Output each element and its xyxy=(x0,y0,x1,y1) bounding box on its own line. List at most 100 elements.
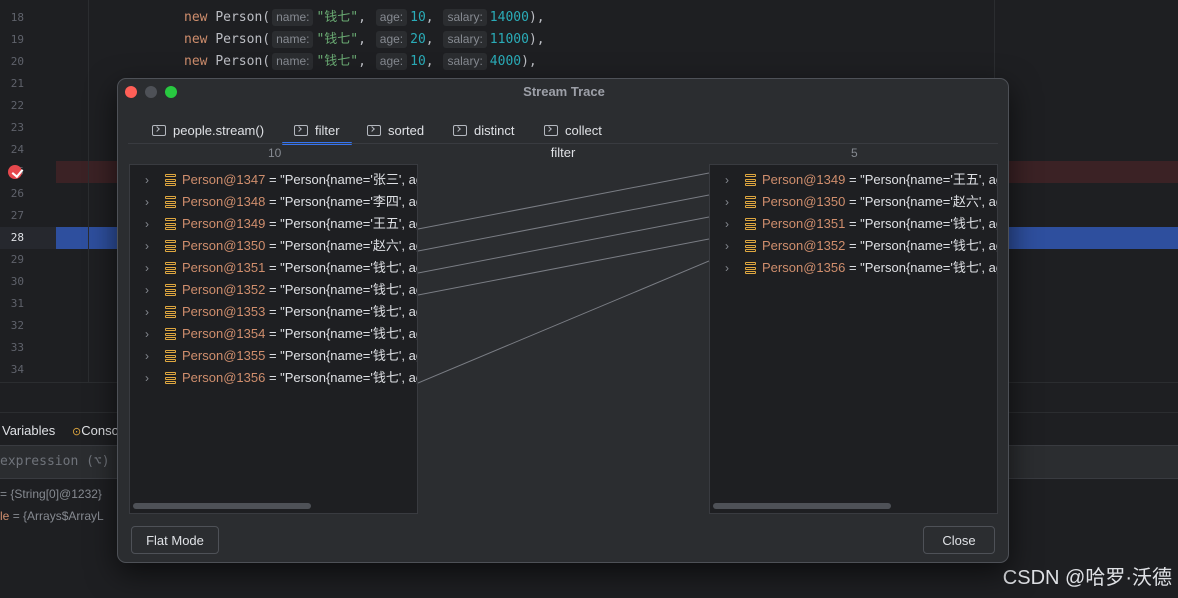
object-value: = "Person{name='王五', age=10 xyxy=(268,216,417,231)
line-number: 26 xyxy=(10,187,24,200)
chevron-right-icon[interactable]: › xyxy=(145,345,149,367)
variable-row[interactable]: = {String[0]@1232} xyxy=(0,487,102,501)
chevron-right-icon[interactable]: › xyxy=(145,323,149,345)
chevron-right-icon[interactable]: › xyxy=(145,257,149,279)
keyword: new xyxy=(184,54,208,69)
object-value: = "Person{name='钱七', age=10 xyxy=(848,260,997,275)
tree-row[interactable]: › Person@1351 = "Person{name='钱七', age=10 xyxy=(710,213,997,235)
input-values-tree[interactable]: › Person@1347 = "Person{name='张三', age=10… xyxy=(129,164,418,514)
object-value: = "Person{name='钱七', age=10 xyxy=(268,282,417,297)
object-field-icon xyxy=(165,306,176,319)
variable-name: le xyxy=(0,509,10,523)
chevron-right-icon[interactable]: › xyxy=(145,367,149,389)
tree-row[interactable]: › Person@1352 = "Person{name='钱七', age=10 xyxy=(710,235,997,257)
object-field-icon xyxy=(745,262,756,275)
object-value: = "Person{name='李四', age=20 xyxy=(268,194,417,209)
chevron-right-icon[interactable]: › xyxy=(145,279,149,301)
object-field-icon xyxy=(745,218,756,231)
object-id: Person@1349 xyxy=(762,172,846,187)
tree-row[interactable]: › Person@1355 = "Person{name='钱七', age=10 xyxy=(130,345,417,367)
tree-row[interactable]: › Person@1354 = "Person{name='钱七', age=10 xyxy=(130,323,417,345)
tree-row[interactable]: › Person@1349 = "Person{name='王五', age=10 xyxy=(130,213,417,235)
number-literal: 10 xyxy=(410,10,426,25)
tree-row[interactable]: › Person@1356 = "Person{name='钱七', age=10 xyxy=(130,367,417,389)
chevron-right-icon[interactable]: › xyxy=(725,213,729,235)
chevron-right-icon[interactable]: › xyxy=(725,235,729,257)
object-id: Person@1350 xyxy=(182,238,266,253)
tab-console[interactable]: ⊙Conso xyxy=(72,423,119,438)
object-field-icon xyxy=(745,240,756,253)
tree-row[interactable]: › Person@1349 = "Person{name='王五', age=10 xyxy=(710,169,997,191)
output-values-tree[interactable]: › Person@1349 = "Person{name='王五', age=10… xyxy=(709,164,998,514)
chevron-right-icon[interactable]: › xyxy=(725,191,729,213)
tab-variables[interactable]: Variables xyxy=(2,423,55,438)
object-field-icon xyxy=(165,196,176,209)
tab-people-stream[interactable]: people.stream() xyxy=(152,117,264,143)
object-value: = "Person{name='钱七', age=10 xyxy=(268,326,417,341)
punctuation: ), xyxy=(528,32,545,47)
terminal-icon xyxy=(152,124,166,136)
tree-row[interactable]: › Person@1352 = "Person{name='钱七', age=10 xyxy=(130,279,417,301)
constructor: Person( xyxy=(215,32,271,47)
mapping-line xyxy=(418,216,709,274)
string-literal: "钱七" xyxy=(316,54,359,69)
param-hint: name: xyxy=(272,53,314,70)
tab-distinct[interactable]: distinct xyxy=(453,117,514,143)
chevron-right-icon[interactable]: › xyxy=(145,169,149,191)
object-field-icon xyxy=(165,240,176,253)
object-id: Person@1350 xyxy=(762,194,846,209)
keyword: new xyxy=(184,32,208,47)
object-id: Person@1349 xyxy=(182,216,266,231)
line-number-gutter[interactable]: 1819202122232425262728293031323334 xyxy=(0,0,56,382)
punctuation: ), xyxy=(528,10,545,25)
variable-row[interactable]: le = {Arrays$ArrayL xyxy=(0,509,104,523)
object-value: = "Person{name='钱七', age=10 xyxy=(268,304,417,319)
object-value: = "Person{name='赵六', age=10 xyxy=(268,238,417,253)
chevron-right-icon[interactable]: › xyxy=(725,169,729,191)
tabs-divider xyxy=(128,143,998,144)
object-id: Person@1348 xyxy=(182,194,266,209)
chevron-right-icon[interactable]: › xyxy=(725,257,729,279)
horizontal-scrollbar[interactable] xyxy=(133,503,311,509)
line-number: 18 xyxy=(10,11,24,24)
tree-row[interactable]: › Person@1353 = "Person{name='钱七', age=10 xyxy=(130,301,417,323)
chevron-right-icon[interactable]: › xyxy=(145,301,149,323)
object-value: = "Person{name='钱七', age=10 xyxy=(268,370,417,385)
tree-row[interactable]: › Person@1348 = "Person{name='李四', age=20 xyxy=(130,191,417,213)
chevron-right-icon[interactable]: › xyxy=(145,235,149,257)
breakpoint-icon[interactable] xyxy=(8,165,22,179)
tree-row[interactable]: › Person@1347 = "Person{name='张三', age=10 xyxy=(130,169,417,191)
number-literal: 4000 xyxy=(489,54,522,69)
tab-collect[interactable]: collect xyxy=(544,117,602,143)
chevron-right-icon[interactable]: › xyxy=(145,213,149,235)
object-id: Person@1355 xyxy=(182,348,266,363)
gutter-divider xyxy=(88,0,89,382)
object-value: = "Person{name='张三', age=10 xyxy=(268,172,417,187)
chevron-right-icon[interactable]: › xyxy=(145,191,149,213)
tree-row[interactable]: › Person@1350 = "Person{name='赵六', age=10 xyxy=(710,191,997,213)
horizontal-scrollbar[interactable] xyxy=(713,503,891,509)
dialog-title: Stream Trace xyxy=(523,84,605,99)
watermark: CSDN @哈罗·沃德 xyxy=(1002,567,1172,589)
object-value: = "Person{name='钱七', age=10 xyxy=(268,260,417,275)
tab-sorted[interactable]: sorted xyxy=(367,117,424,143)
tree-row[interactable]: › Person@1350 = "Person{name='赵六', age=10 xyxy=(130,235,417,257)
tree-row[interactable]: › Person@1356 = "Person{name='钱七', age=10 xyxy=(710,257,997,279)
input-count: 10 xyxy=(268,146,282,160)
object-value: = "Person{name='钱七', age=10 xyxy=(848,238,997,253)
object-field-icon xyxy=(745,174,756,187)
flat-mode-button[interactable]: Flat Mode xyxy=(131,526,219,554)
tree-row[interactable]: › Person@1351 = "Person{name='钱七', age=10 xyxy=(130,257,417,279)
line-number: 33 xyxy=(10,341,24,354)
object-value: = "Person{name='赵六', age=10 xyxy=(848,194,997,209)
object-field-icon xyxy=(165,262,176,275)
line-number: 23 xyxy=(10,121,24,134)
object-field-icon xyxy=(745,196,756,209)
close-button[interactable]: Close xyxy=(923,526,995,554)
variable-value: = {String[0]@1232} xyxy=(0,487,102,501)
param-hint: salary: xyxy=(443,31,487,48)
line-number: 34 xyxy=(10,363,24,376)
line-number: 22 xyxy=(10,99,24,112)
tab-filter[interactable]: filter xyxy=(282,117,352,145)
constructor: Person( xyxy=(215,54,271,69)
